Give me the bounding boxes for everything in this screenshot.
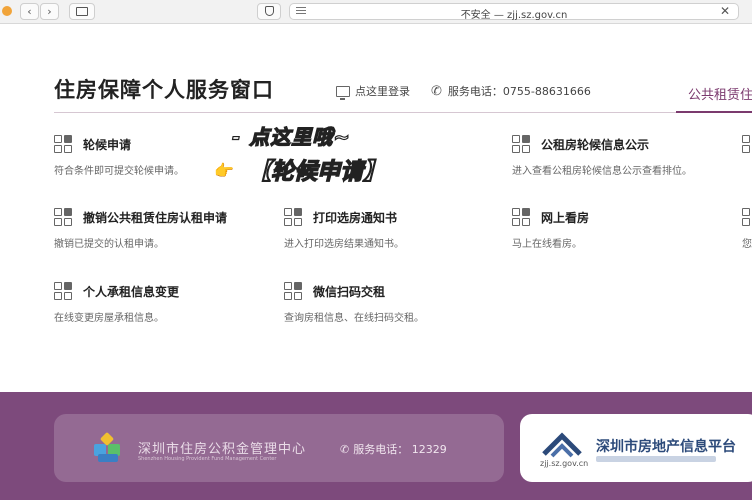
- service-item-desc: 在线变更房屋承租信息。: [54, 313, 164, 324]
- address-text: 不安全 — zjj.sz.gov.cn: [460, 10, 568, 21]
- page-title: 住房保障个人服务窗口: [54, 78, 274, 102]
- privacy-shield-button[interactable]: [257, 3, 281, 20]
- grid-icon: [54, 282, 74, 302]
- service-item-desc: 进入打印选房结果通知书。: [284, 239, 404, 250]
- service-item-desc: 撤销已提交的认租申请。: [54, 239, 164, 250]
- service-item-title: 轮候申请: [83, 138, 132, 152]
- service-item-title: 打印选房通知书: [313, 211, 398, 225]
- service-item-desc: 进入查看公租房轮候信息公示查看排位。: [512, 166, 692, 177]
- shield-icon: [264, 6, 274, 16]
- footer: 深圳市住房公积金管理中心 Shenzhen Housing Provident …: [0, 392, 752, 500]
- service-item-desc: 马上在线看房。: [512, 239, 582, 250]
- back-button[interactable]: ‹: [20, 3, 39, 20]
- address-bar[interactable]: 不安全 — zjj.sz.gov.cn ✕: [289, 3, 739, 21]
- login-label: 点这里登录: [355, 85, 410, 98]
- service-item-desc: 查询房租信息、在线扫码交租。: [284, 313, 424, 324]
- real-estate-platform-card[interactable]: zjj.sz.gov.cn 深圳市房地产信息平台: [520, 414, 752, 482]
- service-phone-label: 服务电话：0755-88631666: [447, 85, 591, 98]
- service-item-title: 个人承租信息变更: [83, 285, 180, 299]
- service-item-title: 撤销公共租赁住房认租申请: [83, 211, 228, 225]
- service-item-title: 网上看房: [541, 211, 590, 225]
- grid-icon: [284, 208, 304, 228]
- service-item-desc: 符合条件即可提交轮候申请。: [54, 166, 184, 177]
- right-edge-desc: 您: [742, 239, 752, 250]
- grid-icon: [512, 208, 532, 228]
- grid-icon: [742, 135, 752, 155]
- close-icon[interactable]: ✕: [720, 4, 730, 18]
- annotation-line-2: 【轮候申请】: [247, 158, 386, 185]
- phone-icon: ✆: [431, 83, 442, 99]
- pointing-hand-icon: 👉: [214, 161, 234, 180]
- sidebar-icon: [76, 7, 88, 16]
- grid-icon: [54, 135, 74, 155]
- real-estate-domain: zjj.sz.gov.cn: [540, 459, 589, 468]
- monitor-icon: [336, 85, 350, 100]
- fund-center-card[interactable]: 深圳市住房公积金管理中心 Shenzhen Housing Provident …: [54, 414, 504, 482]
- phone-icon: ✆: [340, 443, 350, 456]
- service-item-title: 公租房轮候信息公示: [541, 138, 650, 152]
- real-estate-subtitle: [596, 456, 716, 462]
- browser-toolbar: ‹ › 不安全 — zjj.sz.gov.cn ✕: [0, 0, 752, 24]
- tab-public-rental[interactable]: 公共租赁住: [688, 84, 752, 103]
- window-control-dot[interactable]: [2, 6, 12, 16]
- service-phone: ✆ 服务电话：0755-88631666: [431, 83, 591, 99]
- fund-phone: ✆ 服务电话： 12329: [340, 441, 447, 457]
- active-tab-indicator: [676, 111, 752, 113]
- grid-icon: [742, 208, 752, 228]
- annotation-line-1: - 点这里哦~: [231, 124, 352, 149]
- fund-center-english: Shenzhen Housing Provident Fund Manageme…: [138, 456, 277, 462]
- grid-icon: [512, 135, 532, 155]
- grid-icon: [284, 282, 304, 302]
- chevron-left-icon: ‹: [27, 5, 32, 18]
- forward-button[interactable]: ›: [40, 3, 59, 20]
- sidebar-toggle-button[interactable]: [69, 3, 95, 20]
- fund-center-name: 深圳市住房公积金管理中心: [138, 442, 307, 457]
- fund-phone-label: 服务电话： 12329: [353, 443, 447, 456]
- header-divider: [54, 112, 752, 113]
- grid-icon: [54, 208, 74, 228]
- login-link[interactable]: 点这里登录: [336, 83, 410, 100]
- real-estate-name: 深圳市房地产信息平台: [596, 439, 736, 455]
- service-item-title: 微信扫码交租: [313, 285, 386, 299]
- chevron-right-icon: ›: [47, 5, 52, 18]
- fund-center-logo: [92, 431, 124, 464]
